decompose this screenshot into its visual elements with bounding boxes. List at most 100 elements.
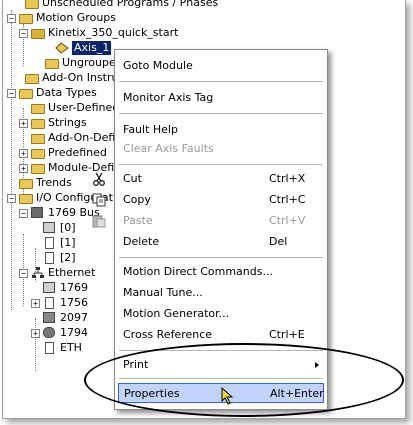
tree-item-label: 1794 <box>60 326 88 339</box>
folder-icon <box>31 147 45 159</box>
menu-item-label: Goto Module <box>123 59 193 72</box>
folder-icon <box>19 87 33 99</box>
menu-item-label: Copy <box>123 193 151 206</box>
expand-icon[interactable]: + <box>31 298 40 308</box>
menu-item-fault-help[interactable]: Fault Help <box>115 120 327 140</box>
menu-item-monitor-axis-tag[interactable]: Monitor Axis Tag <box>115 88 327 108</box>
tree-item-1769[interactable]: 1769 <box>43 281 88 295</box>
menu-item-label: Delete <box>123 235 160 248</box>
tree-item-label: Ethernet <box>48 266 96 279</box>
slot-icon <box>43 237 57 249</box>
drive-icon <box>43 312 57 324</box>
tree-item-slot-2[interactable]: [2] <box>43 251 76 265</box>
menu-item-label: Monitor Axis Tag <box>123 91 214 104</box>
folder-icon <box>31 132 45 144</box>
menu-item-motion-direct-commands[interactable]: Motion Direct Commands... <box>115 262 327 282</box>
tree-item-1756[interactable]: + 1756 <box>31 296 88 310</box>
tree-item-predefined[interactable]: + Predefined <box>19 146 107 160</box>
folder-icon <box>31 117 45 129</box>
slot-icon <box>43 297 57 309</box>
menu-item-cross-reference[interactable]: Cross Reference Ctrl+E <box>115 325 327 345</box>
module-icon <box>43 282 57 294</box>
module-icon <box>43 222 57 234</box>
tree-item-strings[interactable]: + Strings <box>19 116 87 130</box>
collapse-icon[interactable]: − <box>7 193 16 203</box>
collapse-icon[interactable]: − <box>19 28 28 38</box>
tree-item-unscheduled[interactable]: Unscheduled Programs / Phases <box>25 0 218 10</box>
collapse-icon[interactable]: − <box>19 268 28 278</box>
adapter-icon <box>43 327 57 339</box>
menu-item-motion-generator[interactable]: Motion Generator... <box>115 304 327 324</box>
collapse-icon[interactable]: − <box>7 13 16 23</box>
tree-item-motion-group[interactable]: − Kinetix_350_quick_start <box>19 26 178 40</box>
menu-item-label: Clear Axis Faults <box>123 142 214 155</box>
collapse-icon[interactable]: − <box>19 208 28 218</box>
folder-icon <box>25 0 39 9</box>
motion-group-icon <box>31 27 45 39</box>
tree-item-label: Unscheduled Programs / Phases <box>42 0 219 9</box>
tree-item-label: Motion Groups <box>36 11 117 24</box>
tree-item-label: User-Defined <box>48 101 120 114</box>
tree-item-trends[interactable]: Trends <box>19 176 72 190</box>
bus-icon <box>31 207 45 219</box>
menu-separator <box>119 81 323 82</box>
tree-item-label: ETH <box>60 341 82 354</box>
menu-item-manual-tune[interactable]: Manual Tune... <box>115 283 327 303</box>
highlight-ellipse <box>84 343 404 417</box>
tree-item-label: 2097 <box>60 311 88 324</box>
tree-item-label: Trends <box>36 176 72 189</box>
menu-item-paste[interactable]: Paste Ctrl+V <box>92 211 327 231</box>
folder-icon <box>19 192 33 204</box>
expand-icon[interactable]: + <box>19 148 28 158</box>
tree-item-label: 1756 <box>60 296 88 309</box>
folder-icon <box>31 162 45 174</box>
expand-icon[interactable]: + <box>19 163 28 173</box>
menu-item-delete[interactable]: Delete Del <box>115 232 327 252</box>
tree-item-user-defined[interactable]: User-Defined <box>31 101 119 115</box>
tree-item-label: Axis_1 <box>72 41 112 55</box>
tree-item-label: 1769 <box>60 281 88 294</box>
menu-separator <box>119 164 323 165</box>
menu-item-shortcut: Ctrl+C <box>269 193 306 206</box>
folder-icon <box>31 102 45 114</box>
slot-icon <box>43 342 57 354</box>
tree-item-io-config[interactable]: − I/O Configuration <box>7 191 130 205</box>
menu-separator <box>119 257 323 258</box>
folder-icon <box>19 12 33 24</box>
expand-icon[interactable]: + <box>19 118 28 128</box>
menu-item-goto-module[interactable]: Goto Module <box>115 56 327 76</box>
folder-icon <box>45 57 59 69</box>
tree-item-label: [2] <box>60 251 76 264</box>
expand-icon[interactable]: + <box>31 328 40 338</box>
collapse-icon[interactable]: − <box>7 88 16 98</box>
menu-item-clear-axis-faults[interactable]: Clear Axis Faults <box>115 139 327 159</box>
tree-item-label: Predefined <box>48 146 107 159</box>
tree-item-label: Strings <box>48 116 87 129</box>
menu-item-label: Cross Reference <box>123 328 213 341</box>
menu-separator <box>119 113 323 114</box>
menu-item-label: Paste <box>123 214 153 227</box>
tree-item-2097[interactable]: 2097 <box>43 311 88 325</box>
tree-item-motion-groups[interactable]: − Motion Groups <box>7 11 116 25</box>
tree-connector <box>11 10 12 310</box>
scissors-icon <box>92 172 106 186</box>
menu-item-label: Motion Direct Commands... <box>123 265 273 278</box>
tree-item-label: [0] <box>60 221 76 234</box>
copy-icon <box>92 193 106 207</box>
menu-item-cut[interactable]: Cut Ctrl+X <box>93 169 327 189</box>
tree-item-slot-1[interactable]: [1] <box>43 236 76 250</box>
menu-item-shortcut: Ctrl+X <box>269 172 306 185</box>
menu-item-label: Fault Help <box>123 123 178 136</box>
menu-item-copy[interactable]: Copy Ctrl+C <box>92 190 327 210</box>
tree-item-ethernet[interactable]: − Ethernet <box>19 266 95 280</box>
tree-item-axis[interactable]: Axis_1 <box>55 41 112 55</box>
tree-item-eth[interactable]: ETH <box>43 341 82 355</box>
axis-icon <box>55 42 69 54</box>
tree-item-data-types[interactable]: − Data Types <box>7 86 97 100</box>
slot-icon <box>43 252 57 264</box>
tree-item-slot-0[interactable]: [0] <box>43 221 76 235</box>
tree-item-1769-bus[interactable]: − 1769 Bus <box>19 206 100 220</box>
tree-item-1794[interactable]: + 1794 <box>31 326 88 340</box>
paste-icon <box>92 214 106 228</box>
tree-item-label: [1] <box>60 236 76 249</box>
